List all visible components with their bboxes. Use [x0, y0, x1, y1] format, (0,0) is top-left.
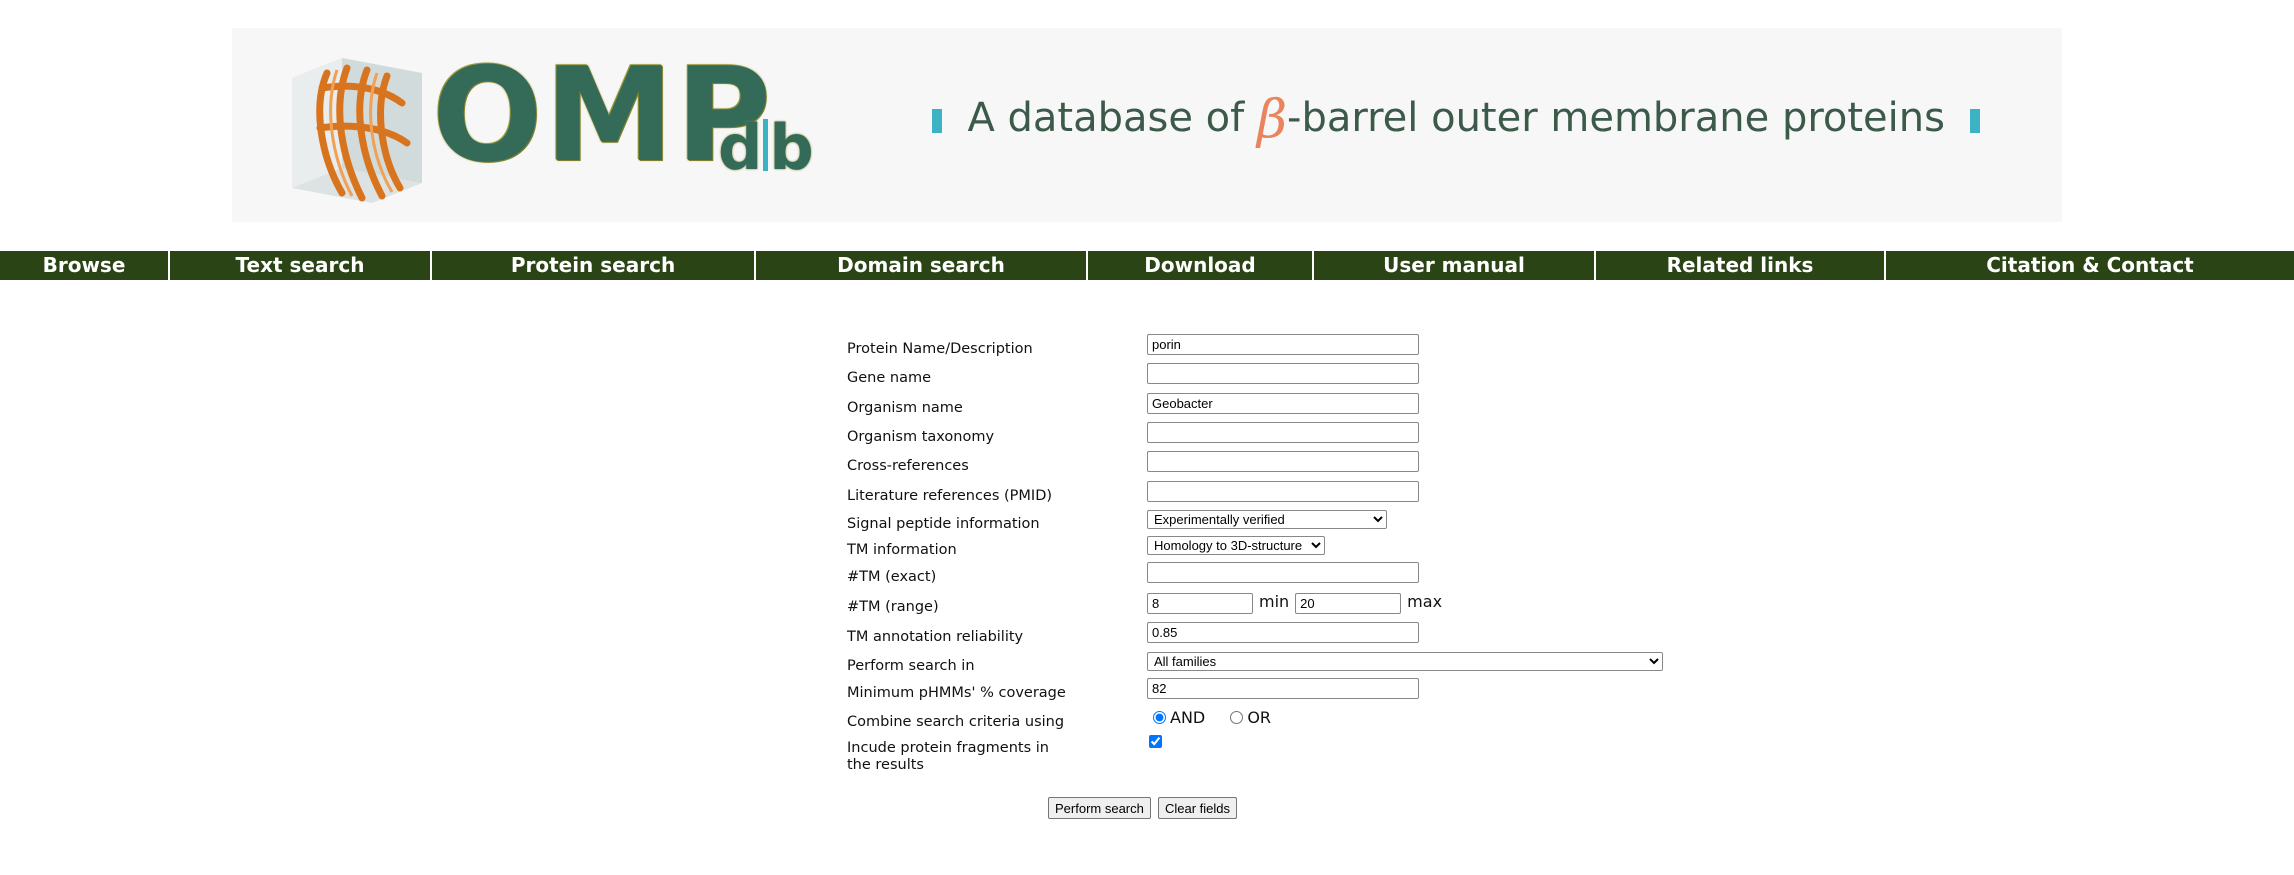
- cross-references-label: Cross-references: [847, 458, 969, 474]
- organism-name-input[interactable]: [1147, 393, 1419, 414]
- nav-browse[interactable]: Browse: [0, 251, 168, 280]
- search-in-label: Perform search in: [847, 658, 975, 674]
- combine-or-radio[interactable]: [1230, 711, 1244, 724]
- combine-and-label: AND: [1170, 708, 1206, 727]
- barrel-protein-logo-icon: [292, 58, 422, 203]
- tm-reliability-label: TM annotation reliability: [847, 629, 1024, 645]
- tm-range-min-input[interactable]: [1147, 593, 1253, 614]
- logo-d: d: [718, 111, 763, 184]
- nav-protein-search[interactable]: Protein search: [432, 251, 754, 280]
- gene-name-input[interactable]: [1147, 363, 1419, 384]
- signal-peptide-select[interactable]: Experimentally verified: [1147, 510, 1387, 529]
- tm-range-max-label: max: [1407, 592, 1443, 611]
- tagline-right-mark-icon: [1970, 109, 1981, 133]
- nav-domain-search[interactable]: Domain search: [756, 251, 1086, 280]
- organism-taxonomy-input[interactable]: [1147, 422, 1419, 443]
- protein-name-label: Protein Name/Description: [847, 341, 1033, 357]
- min-coverage-label: Minimum pHMMs' % coverage: [847, 685, 1066, 701]
- site-banner: OMP db A database of β-barrel outer memb…: [232, 28, 2062, 222]
- nav-user-manual[interactable]: User manual: [1314, 251, 1594, 280]
- fragments-label-line2: the results: [847, 757, 924, 773]
- min-coverage-input[interactable]: [1147, 678, 1419, 699]
- combine-or-label: OR: [1247, 708, 1272, 727]
- tm-range-min-label: min: [1259, 592, 1290, 611]
- tm-exact-label: #TM (exact): [847, 569, 937, 585]
- signal-peptide-label: Signal peptide information: [847, 516, 1040, 532]
- tagline-prefix: A database of: [967, 95, 1257, 141]
- nav-related-links[interactable]: Related links: [1596, 251, 1884, 280]
- logo-db-text: db: [718, 108, 814, 188]
- tm-reliability-input[interactable]: [1147, 622, 1419, 643]
- perform-search-button[interactable]: Perform search: [1048, 797, 1151, 819]
- tagline-suffix: -barrel outer membrane proteins: [1287, 95, 1945, 141]
- form-buttons: Perform search Clear fields: [1048, 797, 1239, 819]
- tm-information-select[interactable]: Homology to 3D-structure: [1147, 536, 1325, 555]
- combine-label: Combine search criteria using: [847, 714, 1065, 730]
- organism-taxonomy-label: Organism taxonomy: [847, 429, 995, 445]
- nav-text-search[interactable]: Text search: [170, 251, 430, 280]
- tm-exact-input[interactable]: [1147, 562, 1419, 583]
- logo-bar-icon: [763, 119, 769, 171]
- search-in-select[interactable]: All families: [1147, 652, 1663, 671]
- tm-range-max-input[interactable]: [1295, 593, 1402, 614]
- cross-references-input[interactable]: [1147, 451, 1419, 472]
- nav-citation-contact[interactable]: Citation & Contact: [1886, 251, 2294, 280]
- fragments-label-line1: Incude protein fragments in: [847, 740, 1049, 756]
- tagline-beta: β: [1256, 90, 1288, 150]
- gene-name-label: Gene name: [847, 370, 931, 386]
- main-nav: Browse Text search Protein search Domain…: [0, 251, 2294, 280]
- fragments-label: Incude protein fragments in the results: [847, 740, 1049, 774]
- combine-and-radio[interactable]: [1153, 711, 1166, 724]
- site-tagline: A database of β-barrel outer membrane pr…: [932, 90, 1981, 150]
- protein-name-input[interactable]: [1147, 334, 1419, 355]
- logo-b: b: [769, 111, 814, 184]
- literature-references-input[interactable]: [1147, 481, 1419, 502]
- fragments-checkbox[interactable]: [1149, 735, 1162, 748]
- tagline-left-mark-icon: [932, 109, 942, 133]
- literature-references-label: Literature references (PMID): [847, 488, 1053, 504]
- tm-information-label: TM information: [847, 542, 957, 558]
- organism-name-label: Organism name: [847, 400, 963, 416]
- nav-download[interactable]: Download: [1088, 251, 1312, 280]
- clear-fields-button[interactable]: Clear fields: [1157, 797, 1237, 819]
- tm-range-label: #TM (range): [847, 599, 939, 615]
